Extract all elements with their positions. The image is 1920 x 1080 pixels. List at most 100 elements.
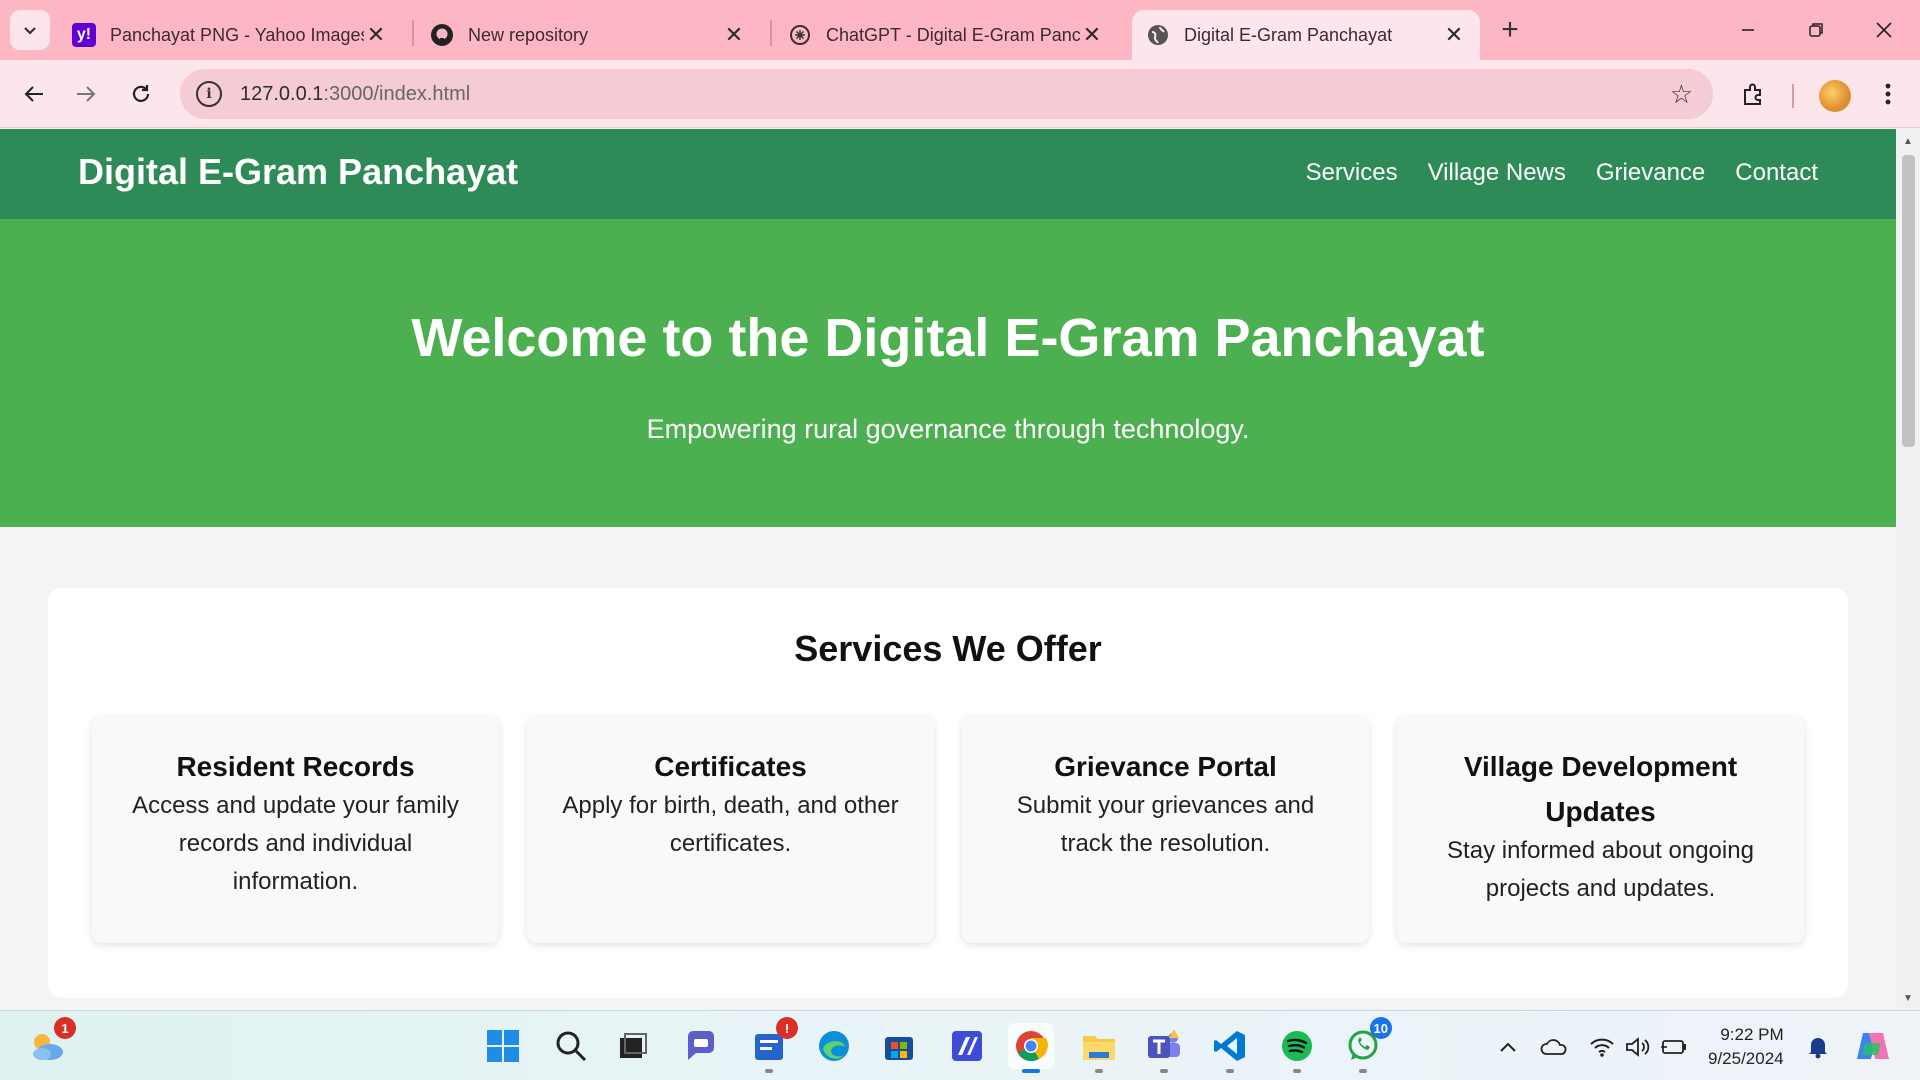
service-card-resident-records[interactable]: Resident Records Access and update your …	[92, 716, 499, 943]
puzzle-icon	[1744, 83, 1761, 105]
yahoo-icon: y!	[72, 23, 96, 47]
wifi-icon[interactable]	[1588, 1033, 1616, 1061]
clock-date: 9/25/2024	[1708, 1049, 1784, 1068]
close-icon[interactable]: ✕	[722, 22, 746, 47]
forward-button[interactable]	[66, 74, 106, 114]
hero-banner: Welcome to the Digital E-Gram Panchayat …	[0, 219, 1896, 527]
store-app[interactable]	[876, 1023, 922, 1069]
globe-icon	[1146, 23, 1170, 47]
scroll-up-icon[interactable]: ▲	[1902, 135, 1914, 147]
vscode-app[interactable]	[1207, 1023, 1253, 1073]
close-icon[interactable]: ✕	[364, 22, 388, 47]
search-button[interactable]	[548, 1023, 594, 1069]
weather-badge: 1	[54, 1017, 76, 1039]
copilot-button[interactable]	[1850, 1023, 1896, 1069]
service-card-description: Access and update your family records an…	[132, 792, 459, 895]
volume-icon[interactable]	[1624, 1033, 1652, 1061]
chrome-app[interactable]	[1008, 1023, 1054, 1073]
profile-avatar[interactable]	[1819, 80, 1851, 112]
url-text[interactable]: 127.0.0.1:3000/index.html	[240, 83, 470, 106]
url-path: :3000/index.html	[323, 82, 471, 105]
nav-link-services[interactable]: Services	[1306, 159, 1398, 187]
more-vert-icon	[1885, 83, 1891, 105]
service-card-description: Apply for birth, death, and other certif…	[562, 792, 899, 857]
tab-title: Digital E-Gram Panchayat	[1184, 24, 1393, 45]
service-card-grievance-portal[interactable]: Grievance Portal Submit your grievances …	[962, 716, 1369, 943]
close-icon	[1876, 22, 1892, 38]
new-tab-button[interactable]: +	[1494, 13, 1526, 46]
running-indicator	[1095, 1069, 1103, 1073]
menu-button[interactable]	[1868, 74, 1908, 114]
spotify-icon	[1282, 1031, 1312, 1061]
services-section: Services We Offer Resident Records Acces…	[48, 588, 1848, 998]
service-card-certificates[interactable]: Certificates Apply for birth, death, and…	[527, 716, 934, 943]
windows-icon	[487, 1030, 519, 1062]
spotify-app[interactable]	[1274, 1023, 1320, 1073]
bookmark-star-icon[interactable]: ☆	[1670, 79, 1693, 110]
site-title[interactable]: Digital E-Gram Panchayat	[78, 151, 518, 193]
running-indicator	[1359, 1069, 1367, 1073]
minimize-icon	[1742, 29, 1754, 31]
running-indicator	[1293, 1069, 1301, 1073]
restore-button[interactable]	[1796, 10, 1836, 50]
nav-link-contact[interactable]: Contact	[1735, 159, 1818, 187]
todo-app[interactable]: !	[746, 1017, 798, 1073]
system-clock[interactable]: 9:22 PM 9/25/2024	[1708, 1023, 1784, 1071]
url-host: 127.0.0.1	[240, 82, 324, 105]
hero-subtitle: Empowering rural governance through tech…	[646, 414, 1250, 444]
store-icon	[885, 1037, 913, 1060]
folder-icon	[1083, 1036, 1115, 1060]
browser-toolbar: i 127.0.0.1:3000/index.html ☆	[0, 60, 1920, 128]
minimize-button[interactable]	[1728, 10, 1768, 50]
extensions-button[interactable]	[1734, 74, 1774, 114]
pen-app[interactable]	[944, 1023, 990, 1069]
onedrive-icon[interactable]	[1540, 1033, 1568, 1061]
file-explorer-app[interactable]	[1076, 1023, 1122, 1073]
site-header: Digital E-Gram Panchayat Services Villag…	[0, 129, 1896, 219]
chevron-up-icon[interactable]	[1494, 1033, 1522, 1061]
close-icon[interactable]: ✕	[1080, 22, 1104, 47]
vscode-icon	[1214, 1031, 1245, 1061]
start-button[interactable]	[480, 1023, 526, 1069]
close-icon[interactable]: ✕	[1442, 22, 1466, 47]
task-view-button[interactable]	[610, 1023, 656, 1069]
close-window-button[interactable]	[1864, 10, 1904, 50]
service-card-description: Submit your grievances and track the res…	[1016, 792, 1315, 857]
tab-github[interactable]: New repository ✕	[416, 10, 760, 60]
nav-link-village-news[interactable]: Village News	[1428, 159, 1566, 187]
tab-chatgpt[interactable]: ChatGPT - Digital E-Gram Panchayat ✕	[774, 10, 1118, 60]
teams-app[interactable]	[1141, 1023, 1187, 1073]
whatsapp-badge: 10	[1369, 1017, 1392, 1039]
hero-title: Welcome to the Digital E-Gram Panchayat	[411, 308, 1485, 368]
whatsapp-app[interactable]: 10	[1340, 1017, 1392, 1073]
running-indicator	[765, 1069, 773, 1073]
search-icon	[556, 1031, 587, 1062]
tab-search-button[interactable]	[10, 10, 50, 50]
tab-yahoo[interactable]: y! Panchayat PNG - Yahoo Images ✕	[58, 10, 402, 60]
tab-title: New repository	[468, 24, 589, 45]
address-bar[interactable]: i 127.0.0.1:3000/index.html ☆	[180, 69, 1713, 119]
back-button[interactable]	[14, 74, 54, 114]
nav-link-grievance[interactable]: Grievance	[1596, 159, 1705, 187]
scroll-down-icon[interactable]: ▼	[1902, 992, 1914, 1004]
chatgpt-icon	[788, 23, 812, 47]
windows-taskbar: 1 ! 10 9:22 PM 9/25/2024	[0, 1010, 1920, 1080]
weather-widget[interactable]: 1	[24, 1017, 76, 1069]
running-indicator	[1160, 1069, 1168, 1073]
tab-digital-egram[interactable]: Digital E-Gram Panchayat ✕	[1132, 10, 1480, 60]
service-card-village-development[interactable]: Village Development Updates Stay informe…	[1397, 716, 1804, 943]
site-info-icon[interactable]: i	[196, 81, 222, 107]
service-cards: Resident Records Access and update your …	[92, 716, 1804, 943]
reload-button[interactable]	[121, 74, 161, 114]
battery-icon[interactable]	[1660, 1033, 1688, 1061]
page-scrollbar[interactable]: ▲ ▼	[1896, 129, 1920, 1010]
notification-bell-icon[interactable]	[1804, 1033, 1832, 1061]
edge-app[interactable]	[811, 1023, 857, 1069]
running-indicator	[1226, 1069, 1234, 1073]
site-nav: Services Village News Grievance Contact	[1306, 159, 1818, 187]
reload-icon	[132, 85, 150, 102]
scrollbar-thumb[interactable]	[1902, 155, 1915, 447]
tab-divider	[412, 20, 414, 46]
restore-icon	[1809, 23, 1823, 37]
chat-app[interactable]	[678, 1023, 724, 1069]
